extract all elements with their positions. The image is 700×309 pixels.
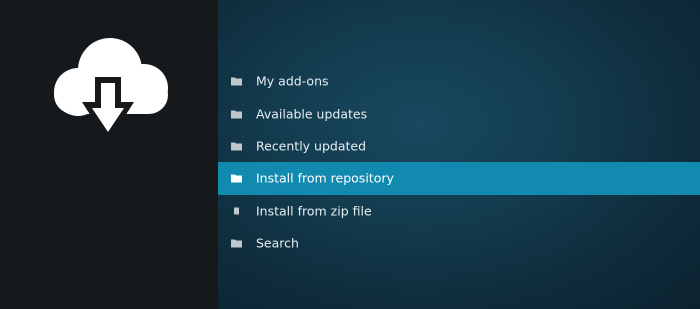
menu-item-available-updates[interactable]: Available updates — [218, 97, 700, 129]
folder-icon — [231, 174, 242, 183]
right-panel: My add-ons Available updates Recently up… — [218, 0, 700, 309]
addon-menu: My add-ons Available updates Recently up… — [218, 65, 700, 259]
left-panel — [0, 0, 218, 309]
menu-item-label: Install from zip file — [256, 203, 372, 219]
menu-item-install-from-repository[interactable]: Install from repository — [218, 162, 700, 195]
menu-item-install-from-zip-file[interactable]: Install from zip file — [218, 195, 700, 227]
folder-icon — [231, 77, 242, 86]
addon-browser-window: My add-ons Available updates Recently up… — [0, 0, 700, 309]
menu-item-label: Install from repository — [256, 170, 394, 186]
menu-item-recently-updated[interactable]: Recently updated — [218, 130, 700, 162]
menu-item-search[interactable]: Search — [218, 227, 700, 259]
menu-item-label: Available updates — [256, 106, 368, 122]
cloud-download-icon — [54, 38, 168, 143]
menu-item-label: Recently updated — [256, 138, 367, 154]
folder-icon — [231, 239, 242, 248]
menu-item-label: My add-ons — [256, 73, 329, 89]
folder-icon — [231, 141, 242, 151]
zip-file-icon — [231, 206, 242, 215]
menu-item-my-add-ons[interactable]: My add-ons — [218, 65, 700, 97]
menu-item-label: Search — [256, 235, 299, 251]
folder-icon — [231, 109, 242, 119]
